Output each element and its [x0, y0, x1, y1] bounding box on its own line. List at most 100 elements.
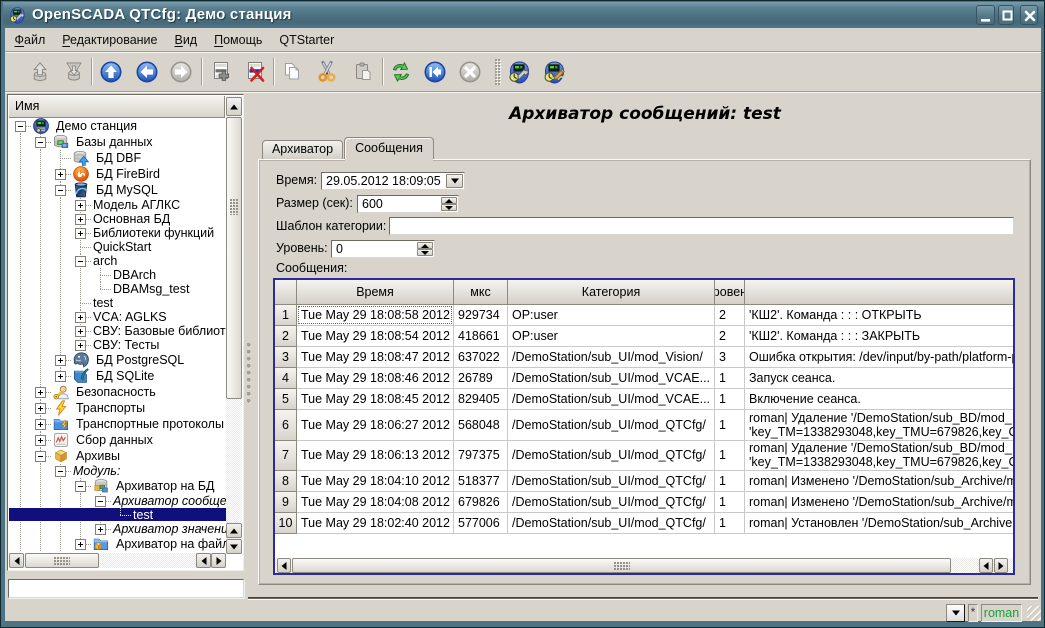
table-cell-time[interactable]: Tue May 29 18:08:58 2012: [297, 305, 454, 326]
tree-collapse-toggle[interactable]: [55, 185, 66, 196]
item-add-button[interactable]: [207, 58, 235, 86]
tree-item-сву-тесты[interactable]: СВУ: Тесты: [9, 338, 226, 352]
maximize-button[interactable]: [998, 5, 1014, 25]
table-cell-num[interactable]: 4: [275, 368, 297, 389]
tree-expand-toggle[interactable]: [95, 524, 106, 535]
table-cell-category[interactable]: /DemoStation/sub_UI/mod_QTCfg/: [508, 410, 715, 441]
start-button[interactable]: [421, 58, 449, 86]
tree-header[interactable]: Имя: [9, 96, 225, 118]
table-cell-level[interactable]: 1: [715, 389, 745, 410]
table-row-2[interactable]: 2Tue May 29 18:08:54 2012418661OP:user2'…: [275, 326, 1013, 347]
tree-item-модуль-[interactable]: Модуль:: [9, 464, 226, 478]
table-cell-num[interactable]: 7: [275, 441, 297, 472]
table-cell-num[interactable]: 6: [275, 410, 297, 441]
table-row-10[interactable]: 10Tue May 29 18:02:40 2012577006/DemoSta…: [275, 513, 1013, 534]
table-cell-level[interactable]: 1: [715, 513, 745, 534]
level-spin-up[interactable]: [417, 242, 433, 249]
table-cell-message[interactable]: roman| Удаление '/DemoStation/sub_BD/mod…: [745, 441, 1013, 472]
tree-vertical-scrollbar[interactable]: [226, 96, 242, 552]
table-row-7[interactable]: 7Tue May 29 18:06:13 2012797375/DemoStat…: [275, 441, 1013, 472]
tree-hsb-left-button2[interactable]: [196, 553, 211, 568]
table-cell-num[interactable]: 1: [275, 305, 297, 326]
time-dropdown-button[interactable]: [446, 174, 463, 188]
menu-qtstarter[interactable]: QTStarter: [271, 31, 343, 49]
tree-expand-toggle[interactable]: [75, 340, 86, 351]
table-cell-category[interactable]: /DemoStation/sub_UI/mod_Vision/: [508, 347, 715, 368]
table-cell-mcs[interactable]: 577006: [454, 513, 508, 534]
table-cell-num[interactable]: 3: [275, 347, 297, 368]
table-cell-category[interactable]: /DemoStation/sub_UI/mod_QTCfg/: [508, 492, 715, 513]
table-hsb-thumb[interactable]: [292, 558, 951, 573]
table-cell-category[interactable]: /DemoStation/sub_UI/mod_QTCfg/: [508, 441, 715, 472]
tree-item-quickstart[interactable]: QuickStart: [9, 240, 226, 254]
time-combobox[interactable]: 29.05.2012 18:09:05: [321, 172, 465, 190]
menu-edit[interactable]: Редактирование: [54, 31, 166, 49]
size-spin-down[interactable]: [441, 204, 457, 211]
titlebar[interactable]: OpenSCADA QTCfg: Демо станция: [3, 2, 1044, 28]
menu-file[interactable]: Файл: [6, 31, 54, 49]
tree-item-базы-данных[interactable]: Базы данных: [9, 134, 226, 150]
table-cell-time[interactable]: Tue May 29 18:06:13 2012: [297, 441, 454, 472]
tree-item-test[interactable]: test: [9, 296, 226, 310]
table-row-8[interactable]: 8Tue May 29 18:04:10 2012518377/DemoStat…: [275, 471, 1013, 492]
table-cell-time[interactable]: Tue May 29 18:04:10 2012: [297, 471, 454, 492]
level-spin-down[interactable]: [417, 249, 433, 256]
tree-vsb-down-button[interactable]: [226, 539, 242, 554]
size-spinbox[interactable]: 600: [357, 195, 459, 213]
tree-item-сбор-данных[interactable]: Сбор данных: [9, 432, 226, 448]
table-cell-mcs[interactable]: 829405: [454, 389, 508, 410]
window-resize-grip[interactable]: [1027, 606, 1041, 621]
table-cell-mcs[interactable]: 797375: [454, 441, 508, 472]
table-cell-time[interactable]: Tue May 29 18:08:46 2012: [297, 368, 454, 389]
tree-expand-toggle[interactable]: [75, 539, 86, 550]
table-cell-mcs[interactable]: 418661: [454, 326, 508, 347]
table-cell-time[interactable]: Tue May 29 18:06:27 2012: [297, 410, 454, 441]
table-header-mcs[interactable]: мкс: [454, 280, 508, 305]
table-cell-mcs[interactable]: 26789: [454, 368, 508, 389]
item-del-button[interactable]: [241, 58, 269, 86]
table-hsb-right-button[interactable]: [994, 558, 1008, 573]
table-cell-num[interactable]: 5: [275, 389, 297, 410]
cut-button[interactable]: [313, 58, 341, 86]
tree-expand-toggle[interactable]: [75, 200, 86, 211]
tree-item-архиватор-на-файловую-систему[interactable]: Архиватор на файловую систему: [9, 536, 226, 552]
table-cell-level[interactable]: 1: [715, 471, 745, 492]
table-header-time[interactable]: Время: [297, 280, 454, 305]
tree-item-архиватор-значений[interactable]: Архиватор значений: [9, 522, 226, 536]
table-cell-category[interactable]: OP:user: [508, 305, 715, 326]
menu-view[interactable]: Вид: [166, 31, 206, 49]
table-cell-level[interactable]: 1: [715, 492, 745, 513]
tree-collapse-toggle[interactable]: [95, 496, 106, 507]
table-row-9[interactable]: 9Tue May 29 18:04:08 2012679826/DemoStat…: [275, 492, 1013, 513]
menu-help[interactable]: Помощь: [206, 31, 271, 49]
tree-item-бд-firebird[interactable]: БД FireBird: [9, 166, 226, 182]
tree-item-бд-sqlite[interactable]: БД SQLite: [9, 368, 226, 384]
tree-collapse-toggle[interactable]: [55, 466, 66, 477]
table-cell-level[interactable]: 1: [715, 410, 745, 441]
table-hsb-left-button2[interactable]: [979, 558, 993, 573]
table-cell-num[interactable]: 10: [275, 513, 297, 534]
level-spinbox[interactable]: 0: [331, 240, 435, 258]
table-row-6[interactable]: 6Tue May 29 18:06:27 2012568048/DemoStat…: [275, 410, 1013, 441]
tree-item-dbarch[interactable]: DBArch: [9, 268, 226, 282]
tree-collapse-toggle[interactable]: [75, 481, 86, 492]
table-cell-message[interactable]: Ошибка открытия: /dev/input/by-path/plat…: [745, 347, 1013, 368]
status-dropdown-button[interactable]: [946, 604, 965, 622]
table-cell-mcs[interactable]: 637022: [454, 347, 508, 368]
tree-vsb-up-button2[interactable]: [226, 523, 242, 538]
tree-item-библиотеки-функций[interactable]: Библиотеки функций: [9, 226, 226, 240]
tree-expand-toggle[interactable]: [75, 214, 86, 225]
tree-item-test[interactable]: test: [9, 508, 226, 522]
table-header-category[interactable]: Категория: [508, 280, 715, 305]
table-cell-level[interactable]: 1: [715, 441, 745, 472]
table-cell-mcs[interactable]: 929734: [454, 305, 508, 326]
back-button[interactable]: [133, 58, 161, 86]
tree-item-dbamsg-test[interactable]: DBAMsg_test: [9, 282, 226, 296]
table-cell-time[interactable]: Tue May 29 18:08:54 2012: [297, 326, 454, 347]
close-button[interactable]: [1020, 5, 1038, 25]
table-cell-level[interactable]: 2: [715, 326, 745, 347]
tree-hsb-thumb[interactable]: [25, 553, 99, 568]
minimize-button[interactable]: [976, 5, 995, 25]
table-row-5[interactable]: 5Tue May 29 18:08:45 2012829405/DemoStat…: [275, 389, 1013, 410]
tree-item-сву-базовые-библиотеки[interactable]: СВУ: Базовые библиотеки: [9, 324, 226, 338]
